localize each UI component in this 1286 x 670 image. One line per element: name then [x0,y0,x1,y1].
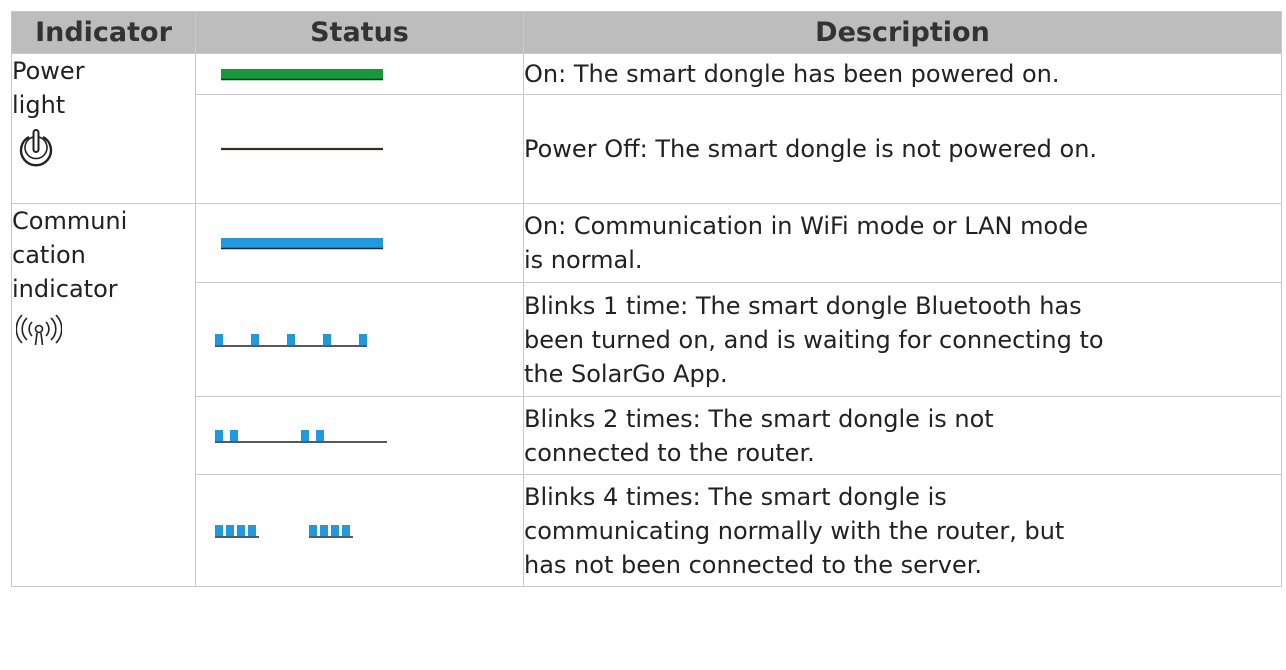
solid-green-bar [221,69,383,81]
description-line: On: Communication in WiFi mode or LAN mo… [524,212,1089,240]
status-cell [195,396,524,475]
description-line: communicating normally with the router, … [524,516,1065,545]
description-line: Blinks 2 times: The smart dongle is not [524,404,994,433]
description-line: is normal. [524,246,643,274]
description-cell: Power Off: The smart dongle is not power… [523,94,1282,204]
status-cell [195,94,524,204]
blink-2-pattern [215,429,387,443]
comm-label-line1: Communi [12,207,128,235]
table-row: Power Off: The smart dongle is not power… [12,94,1282,204]
description-cell: Blinks 1 time: The smart dongle Bluetoot… [523,282,1282,397]
power-light-label-line1: Power [12,57,85,85]
indicator-table: Indicator Status Description Power light [11,11,1282,587]
description-cell: Blinks 4 times: The smart dongle is comm… [523,474,1282,587]
description-cell: On: Communication in WiFi mode or LAN mo… [523,203,1282,283]
blink-4-pattern [215,524,353,538]
description-line: connected to the router. [524,438,815,467]
description-line: the SolarGo App. [524,359,728,388]
description-line: been turned on, and is waiting for conne… [524,325,1104,354]
comm-label-line3: indicator [12,275,118,303]
table-row: Power light On: The smart dongle has bee… [11,53,1282,204]
blink-1-pattern [215,333,367,347]
wireless-signal-icon [16,314,62,346]
header-row: Indicator Status Description [11,11,1282,54]
communication-indicator-cell: Communi cation indicator [11,203,196,587]
description-line: Blinks 1 time: The smart dongle Bluetoot… [524,291,1082,320]
comm-label-line2: cation [12,241,86,269]
power-light-cell: Power light [11,53,196,204]
table-row: Blinks 2 times: The smart dongle is not … [12,396,1282,475]
solid-blue-bar [221,238,383,250]
description-line: Blinks 4 times: The smart dongle is [524,482,947,511]
table-row: Blinks 4 times: The smart dongle is comm… [12,474,1282,587]
description-line: has not been connected to the server. [524,550,983,579]
status-cell [195,203,524,283]
description-cell: On: The smart dongle has been powered on… [523,53,1282,95]
status-cell [195,282,524,397]
table-row: Communi cation indicator On: Communicati… [11,203,1282,587]
power-light-label-line2: light [12,91,66,119]
off-line [221,147,383,151]
status-cell [195,474,524,587]
status-cell [195,53,524,95]
table-row: Blinks 1 time: The smart dongle Bluetoot… [12,282,1282,397]
header-indicator: Indicator [11,11,196,54]
header-description: Description [523,11,1282,54]
power-icon [19,129,53,167]
header-status: Status [195,11,524,54]
description-cell: Blinks 2 times: The smart dongle is not … [523,396,1282,475]
